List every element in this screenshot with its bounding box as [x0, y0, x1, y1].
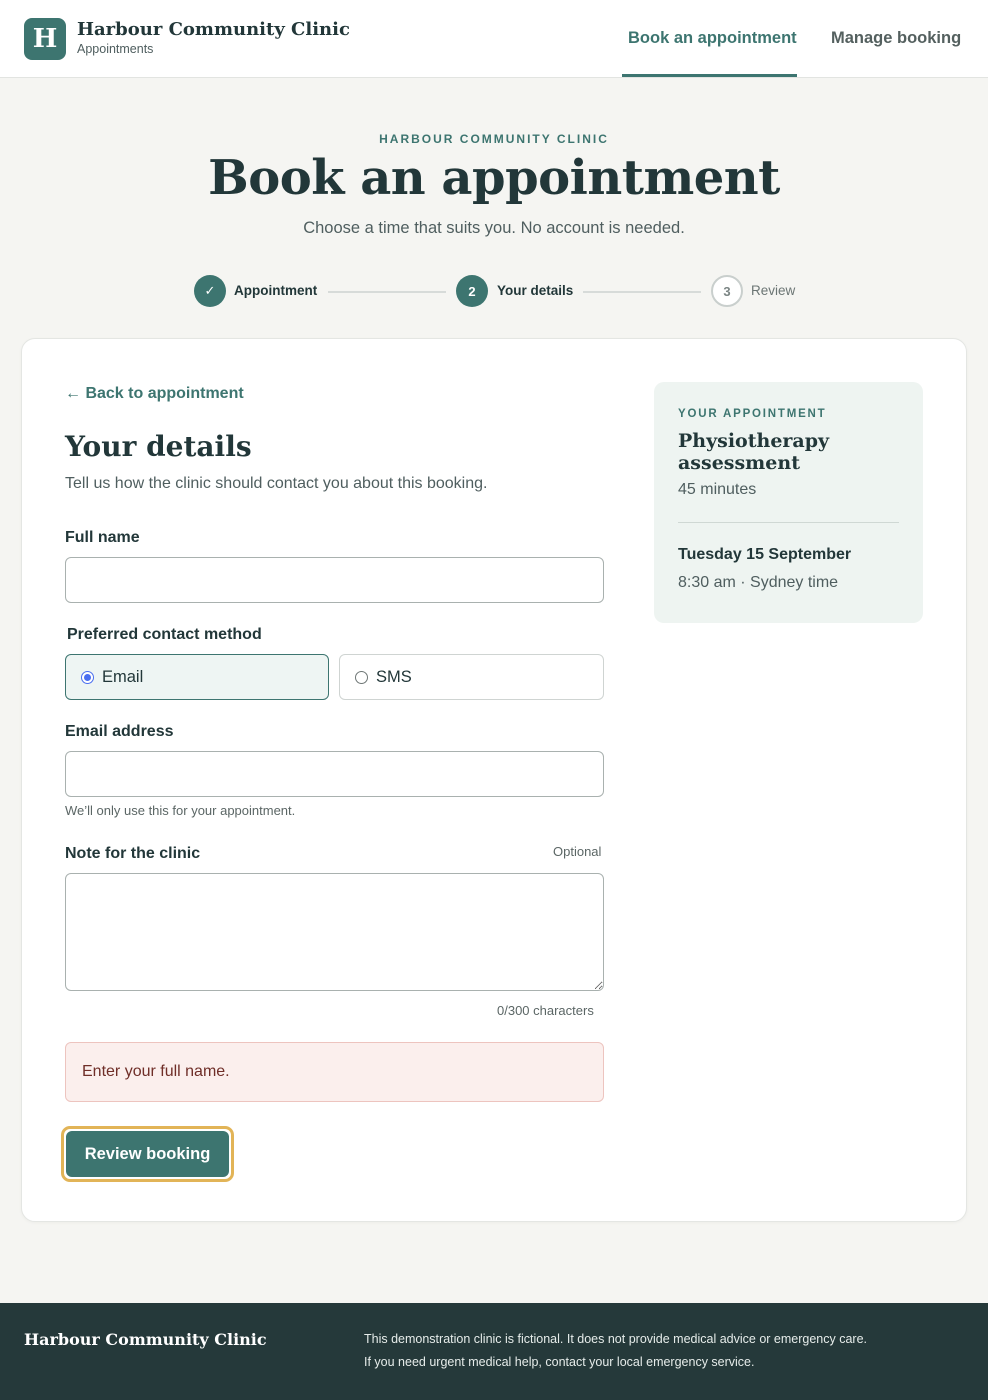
note-label: Note for the clinic	[65, 845, 201, 862]
step-3-label: Review	[751, 283, 796, 298]
step-3-marker: 3	[711, 275, 743, 307]
summary-eyebrow: YOUR APPOINTMENT	[678, 408, 827, 420]
email-radio[interactable]	[81, 670, 94, 684]
back-to-appointment-link[interactable]: ← Back to appointment	[65, 385, 244, 403]
full-name-input[interactable]	[65, 557, 604, 603]
section-subtitle: Tell us how the clinic should contact yo…	[65, 475, 488, 492]
email-option-label: Email	[102, 667, 144, 686]
step-2-marker: 2	[456, 275, 488, 307]
full-name-label: Full name	[65, 529, 140, 546]
brand-subtitle: Appointments	[77, 42, 154, 56]
contact-method-label: Preferred contact method	[67, 626, 262, 643]
sms-option-label: SMS	[376, 667, 412, 686]
clinic-logo[interactable]: H	[24, 18, 66, 60]
step-2-label: Your details	[497, 283, 574, 298]
step-connector	[583, 291, 701, 293]
contact-sms-option[interactable]: SMS	[339, 654, 604, 700]
brand-name[interactable]: Harbour Community Clinic	[77, 19, 350, 40]
step-1-check-icon: ✓	[194, 275, 226, 307]
summary-duration: 45 minutes	[678, 481, 757, 498]
note-textarea[interactable]	[65, 873, 604, 991]
note-character-counter: 0/300 characters	[497, 1003, 594, 1018]
nav-manage-booking[interactable]: Manage booking	[831, 29, 961, 48]
step-1-label: Appointment	[234, 283, 318, 298]
section-title: Your details	[65, 430, 252, 463]
page-subtitle: Choose a time that suits you. No account…	[303, 219, 685, 237]
contact-email-option[interactable]: Email	[65, 654, 329, 700]
note-optional-tag: Optional	[553, 844, 602, 859]
footer-brand: Harbour Community Clinic	[24, 1330, 267, 1349]
step-connector	[328, 291, 446, 293]
email-input[interactable]	[65, 751, 604, 797]
nav-book-appointment[interactable]: Book an appointment	[628, 29, 797, 48]
error-message: Enter your full name.	[65, 1042, 604, 1102]
sms-radio[interactable]	[355, 670, 368, 684]
summary-time: 8:30 am · Sydney time	[678, 574, 839, 591]
page-title: Book an appointment	[208, 150, 780, 206]
site-header: H Harbour Community Clinic Appointments …	[0, 0, 988, 78]
hero-eyebrow: HARBOUR COMMUNITY CLINIC	[379, 132, 609, 146]
summary-divider	[678, 522, 899, 523]
site-footer	[0, 1303, 988, 1400]
footer-disclaimer-1: This demonstration clinic is fictional. …	[364, 1332, 868, 1346]
review-booking-button[interactable]: Review booking	[66, 1131, 229, 1177]
email-label: Email address	[65, 723, 174, 740]
footer-disclaimer-2: If you need urgent medical help, contact…	[364, 1355, 755, 1369]
summary-service: Physiotherapy assessment	[678, 430, 830, 474]
error-text: Enter your full name.	[82, 1063, 230, 1080]
email-hint: We’ll only use this for your appointment…	[65, 803, 296, 818]
active-nav-indicator	[622, 74, 797, 77]
summary-date: Tuesday 15 September	[678, 546, 852, 563]
